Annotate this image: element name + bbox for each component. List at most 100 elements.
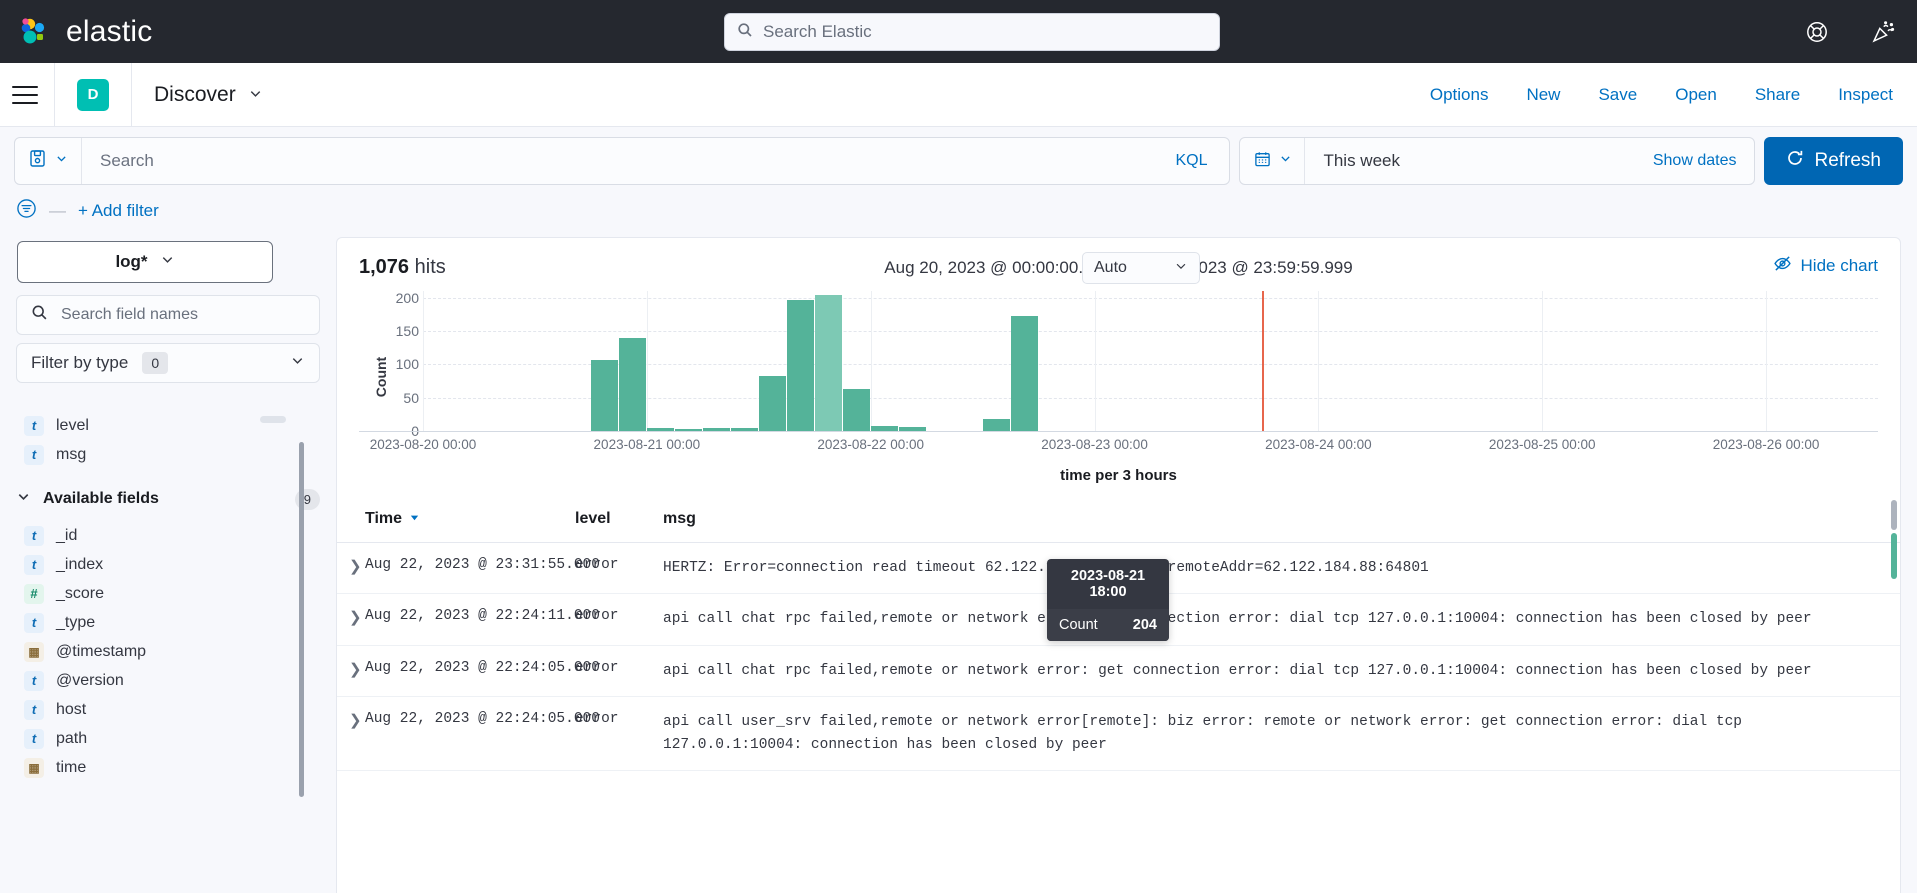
available-field-_index[interactable]: t _index (16, 550, 320, 579)
hamburger-menu-icon[interactable] (12, 85, 38, 104)
index-pattern-select[interactable]: log* (17, 241, 273, 283)
date-range-value[interactable]: This week (1305, 151, 1634, 171)
available-field-time[interactable]: ▦ time (16, 753, 320, 782)
chart-bar[interactable] (786, 299, 814, 431)
field-name: msg (56, 445, 87, 463)
available-field-version[interactable]: t @version (16, 666, 320, 695)
brand[interactable]: elastic (0, 15, 152, 49)
chevron-right-icon[interactable]: ❯ (337, 557, 365, 575)
available-field-timestamp[interactable]: ▦ @timestamp (16, 637, 320, 666)
refresh-button[interactable]: Refresh (1764, 137, 1903, 185)
chart-bar[interactable] (590, 359, 618, 431)
chart-y-tick-label: 200 (395, 289, 419, 306)
cell-time: Aug 22, 2023 @ 22:24:11.000 (365, 608, 600, 625)
celebration-party-popper-icon[interactable] (1871, 20, 1895, 44)
nav-action-options[interactable]: Options (1430, 85, 1489, 105)
chart-bar[interactable] (814, 295, 842, 431)
field-name: path (56, 729, 88, 747)
nav-action-inspect[interactable]: Inspect (1838, 85, 1893, 105)
chevron-down-icon (55, 152, 68, 170)
app-title-label: Discover (154, 82, 236, 106)
sidebar-resize-handle[interactable] (260, 416, 286, 423)
available-field-_score[interactable]: # _score (16, 579, 320, 608)
column-header-msg[interactable]: msg (663, 510, 1900, 528)
chevron-right-icon[interactable]: ❯ (337, 711, 365, 729)
filter-funnel-icon[interactable] (16, 198, 37, 224)
filter-by-type-count: 0 (142, 352, 169, 374)
available-field-_type[interactable]: t _type (16, 608, 320, 637)
space-avatar[interactable]: D (77, 78, 109, 111)
field-name: @timestamp (56, 642, 147, 660)
filter-by-type-button[interactable]: Filter by type 0 (16, 343, 320, 383)
chart-day-separator (646, 291, 648, 431)
cell-time: Aug 22, 2023 @ 22:24:05.000 (365, 659, 600, 676)
chart-bar[interactable] (1010, 316, 1038, 431)
field-name: time (56, 758, 87, 776)
chart-day-separator (870, 291, 872, 431)
chevron-right-icon[interactable]: ❯ (337, 660, 365, 678)
eye-slash-icon (1773, 254, 1792, 278)
chart-annotation-line (1262, 291, 1265, 431)
refresh-label: Refresh (1814, 150, 1881, 171)
hide-chart-button[interactable]: Hide chart (1773, 254, 1878, 278)
query-search-input[interactable]: Search (82, 151, 1153, 171)
chart-y-tick-label: 150 (395, 323, 419, 339)
column-header-level[interactable]: level (575, 510, 663, 528)
filter-by-type-label: Filter by type (31, 353, 129, 372)
string-type-icon: t (24, 699, 44, 720)
table-scrollbar-accent[interactable] (1891, 533, 1897, 579)
field-name: _id (56, 526, 78, 544)
nav-action-share[interactable]: Share (1755, 85, 1800, 105)
available-field-path[interactable]: t path (16, 724, 320, 753)
available-field-host[interactable]: t host (16, 695, 320, 724)
show-dates-button[interactable]: Show dates (1635, 152, 1755, 170)
chart-bar[interactable] (618, 337, 646, 431)
index-pattern-label: log* (115, 252, 148, 271)
query-bar: Search KQL This week Show dates Refresh (0, 127, 1917, 185)
chart-day-separator (1766, 291, 1768, 431)
chart-bar[interactable] (758, 376, 786, 431)
add-filter-button[interactable]: + Add filter (78, 201, 159, 221)
chart-bar[interactable] (842, 389, 870, 431)
chevron-down-icon (1174, 259, 1188, 278)
field-name: _index (56, 555, 104, 573)
query-language-button[interactable]: KQL (1153, 152, 1229, 170)
chevron-down-icon (160, 252, 175, 272)
global-search-input[interactable]: Search Elastic (724, 13, 1220, 51)
save-floppy-disk-icon (29, 149, 46, 173)
chevron-down-icon[interactable] (248, 83, 263, 107)
selected-field-msg[interactable]: t msg (16, 440, 320, 469)
hits-count: 1,076 (359, 256, 410, 278)
nav-divider-2 (131, 62, 132, 127)
hits-label: hits (414, 256, 446, 278)
available-field-_id[interactable]: t _id (16, 521, 320, 550)
chart-x-axis-label: time per 3 hours (1060, 467, 1177, 484)
nav-action-open[interactable]: Open (1675, 85, 1717, 105)
cell-level: error (575, 608, 619, 625)
chart-bar[interactable] (982, 419, 1010, 431)
available-fields-header[interactable]: Available fields 9 (16, 483, 320, 515)
app-title[interactable]: Discover (154, 83, 263, 107)
field-sidebar: log* Search field names Filter by type 0 (0, 237, 336, 893)
sidebar-scrollbar[interactable] (299, 442, 304, 797)
hits-summary: 1,076 hits (359, 256, 446, 279)
date-quick-select-button[interactable] (1240, 150, 1304, 173)
chart-plot-area[interactable] (423, 291, 1878, 432)
field-search-input[interactable]: Search field names (16, 295, 320, 335)
column-header-time[interactable]: Time (365, 510, 575, 528)
chevron-right-icon[interactable]: ❯ (337, 608, 365, 626)
help-lifebuoy-icon[interactable] (1805, 20, 1829, 44)
string-type-icon: t (24, 670, 44, 691)
nav-action-save[interactable]: Save (1598, 85, 1637, 105)
filter-bar: — + Add filter (0, 185, 1917, 237)
table-scrollbar-thumb[interactable] (1891, 500, 1897, 530)
table-row[interactable]: ❯ Aug 22, 2023 @ 22:24:05.000 error api … (337, 646, 1900, 698)
chart-y-tick-label: 100 (395, 356, 419, 373)
cell-msg: HERTZ: Error=connection read timeout 62.… (663, 560, 1429, 576)
sort-desc-icon[interactable] (409, 510, 420, 528)
nav-action-new[interactable]: New (1526, 85, 1560, 105)
table-row[interactable]: ❯ Aug 22, 2023 @ 22:24:05.000 error api … (337, 697, 1900, 772)
calendar-icon (1254, 150, 1271, 173)
chart-interval-select[interactable]: Auto (1082, 252, 1200, 284)
saved-query-menu-button[interactable] (15, 149, 81, 173)
